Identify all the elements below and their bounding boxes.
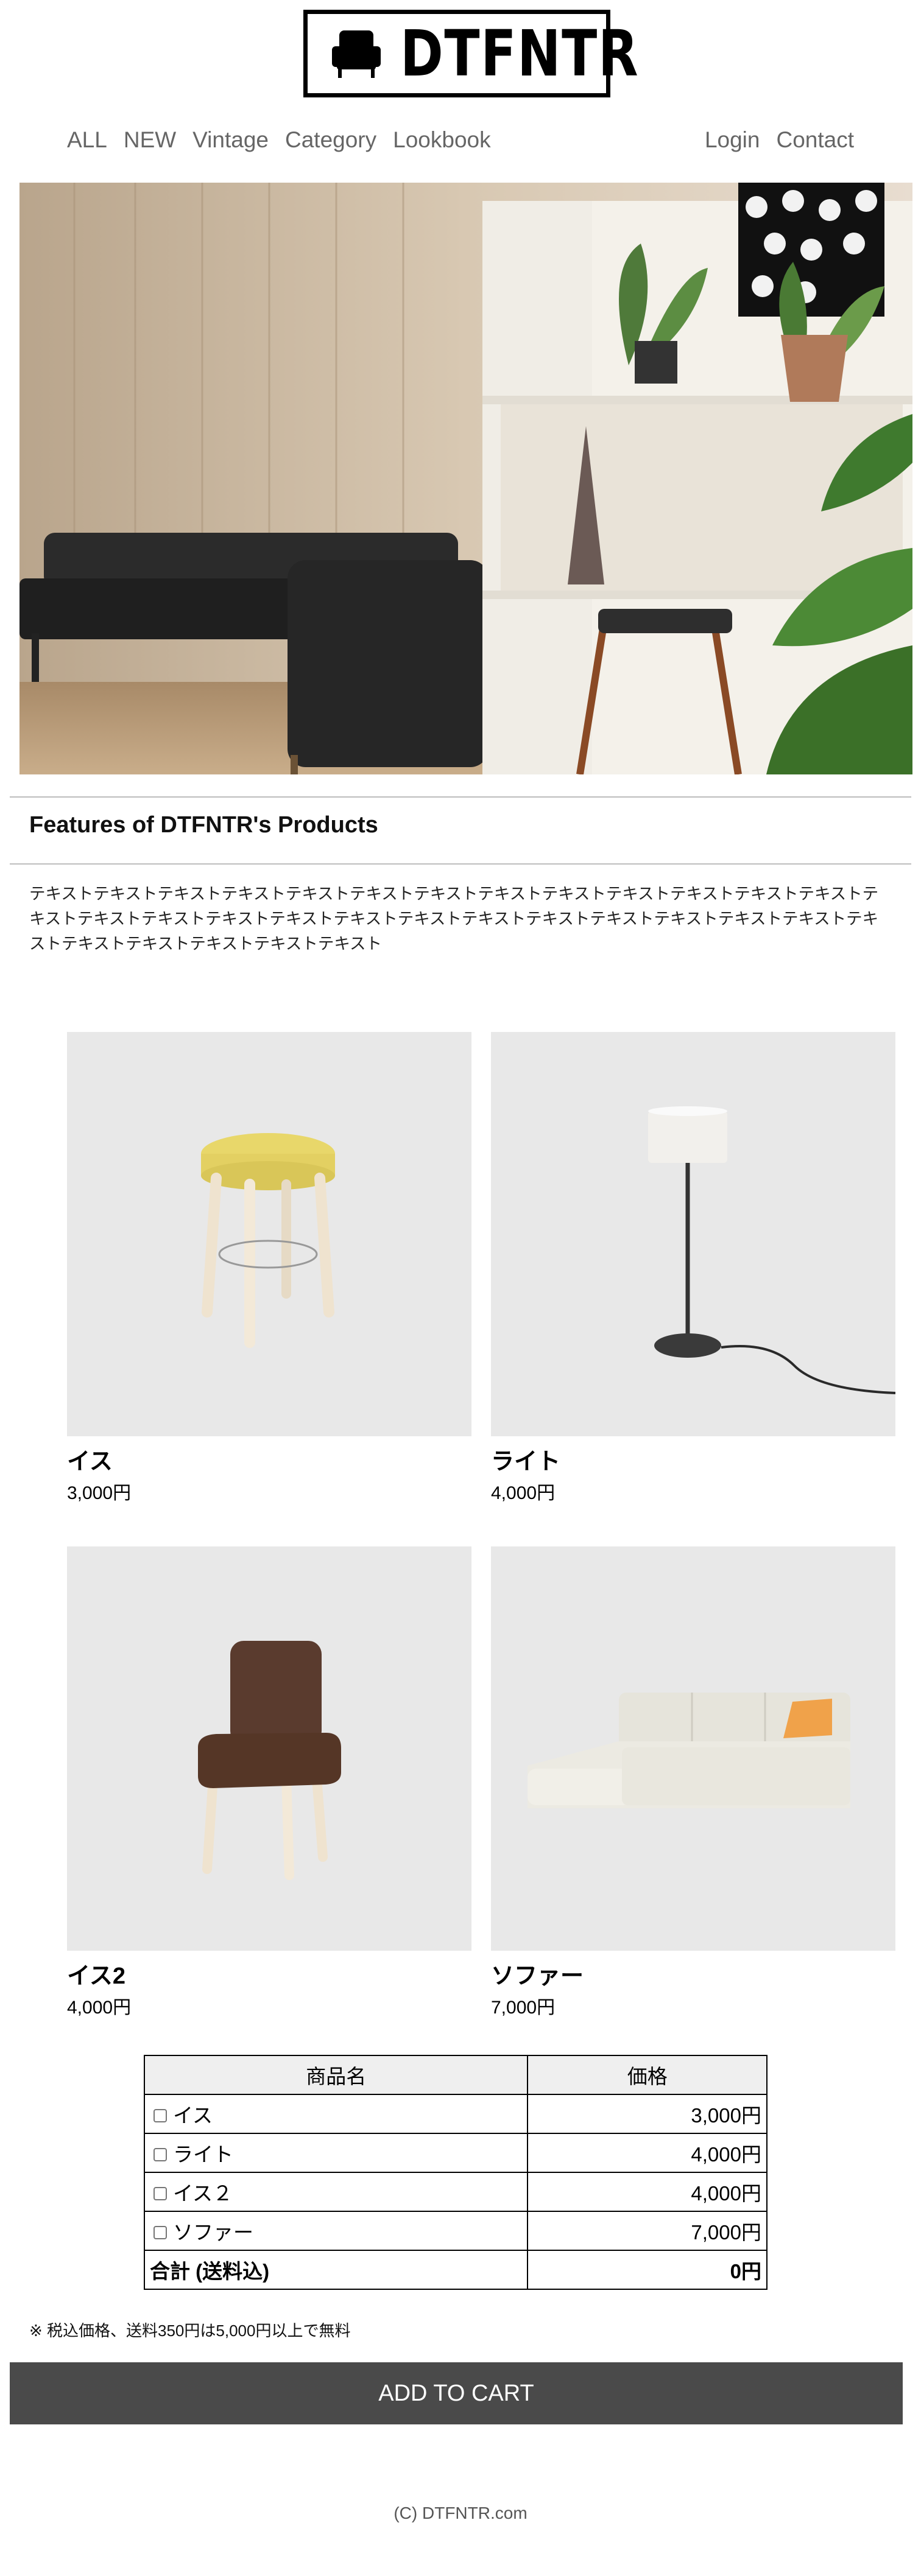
nav-category[interactable]: Category — [285, 127, 376, 153]
logo-wordmark: DTFNTR — [400, 16, 640, 91]
product-price: 3,000円 — [67, 1483, 132, 1503]
item-price: 4,000円 — [527, 2172, 767, 2212]
item-checkbox[interactable] — [154, 2109, 167, 2123]
total-row: 合計 (送料込) 0円 — [143, 2250, 767, 2290]
site-logo[interactable]: DTFNTR — [303, 10, 640, 97]
product-name[interactable]: イス — [67, 1447, 471, 1476]
product-image-sofa[interactable] — [491, 1546, 895, 1951]
divider-top — [10, 796, 911, 798]
product-card[interactable]: ソファー 7,000円 — [491, 1546, 895, 2020]
product-name[interactable]: ソファー — [491, 1962, 895, 1991]
nav-right: Login Contact — [705, 127, 854, 153]
add-to-cart-button[interactable]: ADD TO CART — [10, 2362, 903, 2424]
column-header-item: 商品名 — [143, 2055, 529, 2095]
item-price: 4,000円 — [527, 2133, 767, 2173]
footer-copyright: (C) DTFNTR.com — [393, 2504, 528, 2522]
item-name: イス２ — [173, 2182, 233, 2205]
item-checkbox[interactable] — [154, 2187, 167, 2201]
table-row: イス 3,000円 — [143, 2094, 767, 2134]
nav-all[interactable]: ALL — [67, 127, 107, 153]
item-price: 7,000円 — [527, 2211, 767, 2251]
divider-bottom — [10, 863, 911, 865]
product-price: 7,000円 — [491, 1998, 556, 2018]
column-header-price: 価格 — [527, 2055, 767, 2095]
product-price: 4,000円 — [491, 1483, 556, 1503]
item-name: ライト — [173, 2143, 233, 2166]
product-image-lamp[interactable] — [491, 1032, 895, 1436]
product-card[interactable]: イス 3,000円 — [67, 1032, 471, 1506]
nav-contact[interactable]: Contact — [776, 127, 854, 153]
item-name: ソファー — [173, 2221, 253, 2244]
item-checkbox[interactable] — [154, 2226, 167, 2240]
total-value: 0円 — [527, 2250, 767, 2290]
product-card[interactable]: ライト 4,000円 — [491, 1032, 895, 1506]
features-title: Features of DTFNTR's Products — [29, 812, 378, 838]
product-image-chair[interactable] — [67, 1546, 471, 1951]
total-label: 合計 (送料込) — [143, 2250, 529, 2290]
order-table: 商品名 価格 イス 3,000円 ライト 4,000円 イス２ 4,000円 ソ… — [143, 2055, 767, 2290]
item-price: 3,000円 — [527, 2094, 767, 2134]
product-card[interactable]: イス2 4,000円 — [67, 1546, 471, 2020]
item-checkbox[interactable] — [154, 2148, 167, 2162]
table-row: イス２ 4,000円 — [143, 2172, 767, 2212]
nav-login[interactable]: Login — [705, 127, 760, 153]
nav-lookbook[interactable]: Lookbook — [393, 127, 490, 153]
nav-left: ALL NEW Vintage Category Lookbook — [67, 127, 491, 153]
product-name[interactable]: イス2 — [67, 1962, 471, 1991]
armchair-icon — [332, 30, 381, 78]
product-image-stool[interactable] — [67, 1032, 471, 1436]
features-body: テキストテキストテキストテキストテキストテキストテキストテキストテキストテキスト… — [29, 885, 879, 953]
shipping-note: ※ 税込価格、送料350円は5,000円以上で無料 — [29, 2322, 351, 2340]
hero-image — [19, 183, 912, 774]
nav-vintage[interactable]: Vintage — [192, 127, 269, 153]
item-name: イス — [173, 2104, 213, 2127]
table-row: ライト 4,000円 — [143, 2133, 767, 2173]
table-row: ソファー 7,000円 — [143, 2211, 767, 2251]
nav-new[interactable]: NEW — [124, 127, 176, 153]
main-nav: ALL NEW Vintage Category Lookbook Login … — [67, 122, 854, 158]
product-price: 4,000円 — [67, 1998, 132, 2018]
product-name[interactable]: ライト — [491, 1447, 895, 1476]
